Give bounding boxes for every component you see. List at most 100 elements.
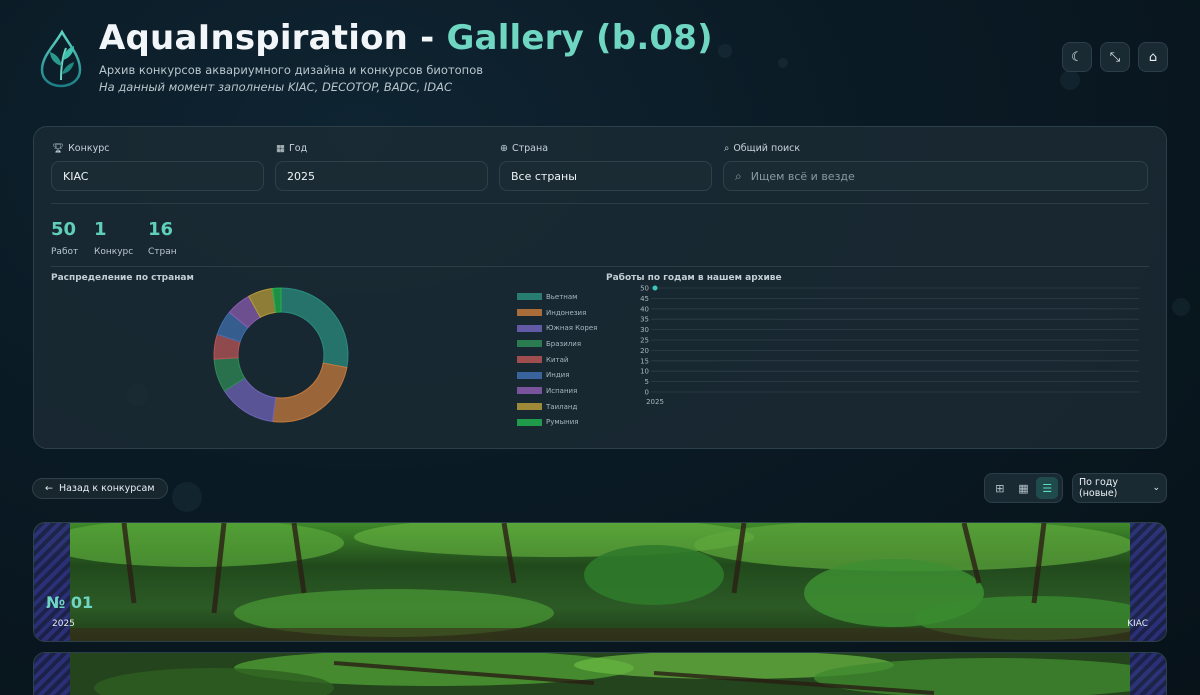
sort-select-value: По году (новые): [1079, 477, 1118, 499]
y-tick-label: 10: [640, 368, 649, 376]
y-tick-label: 15: [640, 357, 649, 365]
view-mode-switcher: ⊞ ▦ ☰: [984, 473, 1063, 503]
background-bubble: [1172, 298, 1190, 316]
country-donut-chart: [213, 287, 349, 423]
card-year: 2025: [52, 619, 75, 629]
legend-swatch: [517, 356, 542, 364]
gallery-card[interactable]: № 01 2025 KIAC: [33, 522, 1167, 642]
sort-select[interactable]: По году (новые) ⌄: [1072, 473, 1167, 503]
contest-select[interactable]: KIAC: [51, 161, 264, 191]
theme-toggle-button[interactable]: ☾: [1062, 42, 1092, 72]
search-filter-label: ⌕ Общий поиск: [724, 143, 801, 154]
y-tick-label: 25: [640, 337, 649, 345]
chevron-down-icon: ⌄: [1152, 483, 1160, 493]
card-number: № 01: [46, 593, 94, 612]
y-tick-label: 40: [640, 305, 649, 313]
legend-label: Южная Корея: [546, 324, 598, 333]
y-tick-label: 30: [640, 326, 649, 334]
works-count: 50: [51, 219, 77, 240]
legend-swatch: [517, 340, 542, 348]
legend-item: Вьетнам: [517, 289, 597, 305]
page-title: AquaInspiration - Gallery (b.08): [99, 18, 713, 58]
y-tick-label: 5: [645, 378, 649, 386]
works-label: Работ: [51, 247, 79, 257]
card-contest: KIAC: [1127, 619, 1148, 629]
legend-swatch: [517, 403, 542, 411]
page-subtitle-note: На данный момент заполнены KIAC, DECOTOP…: [99, 80, 453, 94]
globe-icon: ⊕: [500, 143, 508, 154]
title-main: AquaInspiration -: [99, 18, 447, 58]
search-placeholder: Ищем всё и везде: [750, 169, 855, 183]
background-bubble: [172, 482, 202, 512]
search-icon: ⌕: [735, 168, 742, 183]
aquascape-photo: [34, 653, 1166, 695]
x-tick-label: 2025: [646, 398, 664, 406]
line-point: [652, 285, 658, 291]
back-to-contests-button[interactable]: ← Назад к конкурсам: [32, 478, 168, 499]
legend-swatch: [517, 418, 542, 426]
donut-slice-0: [280, 287, 349, 369]
country-select[interactable]: Все страны: [499, 161, 712, 191]
legend-item: Южная Корея: [517, 320, 597, 336]
donut-chart-title: Распределение по странам: [51, 273, 194, 283]
legend-label: Таиланд: [546, 402, 578, 411]
panel-divider: [51, 266, 1149, 267]
works-by-year-line-chart: 051015202530354045502025: [640, 285, 1139, 406]
year-select[interactable]: 2025: [275, 161, 488, 191]
gallery-card[interactable]: [33, 652, 1167, 695]
donut-chart-legend: Вьетнам Индонезия Южная Корея Бразилия Китай…: [517, 289, 597, 430]
year-filter-label: ▦ Год: [276, 143, 308, 154]
legend-item: Румыния: [517, 415, 597, 431]
list-icon: ☰: [1042, 481, 1053, 495]
legend-swatch: [517, 309, 542, 317]
legend-label: Китай: [546, 355, 569, 364]
legend-item: Испания: [517, 383, 597, 399]
panel-divider: [51, 203, 1149, 204]
back-button-label: Назад к конкурсам: [58, 483, 155, 494]
card-side-stripe: [1130, 653, 1166, 695]
legend-item: Индия: [517, 367, 597, 383]
legend-swatch: [517, 371, 542, 379]
legend-label: Бразилия: [546, 339, 582, 348]
legend-label: Румыния: [546, 418, 579, 427]
y-tick-label: 45: [640, 295, 649, 303]
countries-count: 16: [148, 219, 174, 240]
search-icon: ⌕: [724, 143, 730, 154]
y-tick-label: 20: [640, 347, 649, 355]
country-filter-label: ⊕ Страна: [500, 143, 549, 154]
arrow-left-icon: ←: [45, 483, 53, 494]
legend-swatch: [517, 293, 542, 301]
contest-filter-label: 🏆︎ Конкурс: [52, 143, 110, 154]
calendar-icon: ▦: [276, 143, 285, 154]
contests-count: 1: [94, 219, 107, 240]
compress-icon: ⤡: [1109, 49, 1121, 65]
grid-large-icon: ⊞: [995, 481, 1005, 495]
y-tick-label: 0: [645, 389, 649, 397]
compact-view-button[interactable]: ⤡: [1100, 42, 1130, 72]
card-side-stripe: [34, 653, 70, 695]
title-accent: Gallery (b.08): [446, 18, 713, 58]
view-large-grid-button[interactable]: ⊞: [989, 477, 1011, 499]
home-button[interactable]: ⌂: [1138, 42, 1168, 72]
view-list-button[interactable]: ☰: [1036, 477, 1059, 499]
y-tick-label: 50: [640, 285, 649, 293]
trophy-icon: 🏆︎: [52, 143, 65, 154]
legend-label: Индия: [546, 371, 570, 380]
legend-item: Китай: [517, 352, 597, 368]
view-small-grid-button[interactable]: ▦: [1012, 477, 1034, 499]
page-subtitle: Архив конкурсов аквариумного дизайна и к…: [99, 63, 484, 77]
page-header: AquaInspiration - Gallery (b.08) Архив к…: [38, 18, 1168, 108]
countries-label: Стран: [148, 247, 177, 257]
filter-panel: 🏆︎ Конкурс KIAC ▦ Год 2025 ⊕ Страна Все стр…: [33, 126, 1167, 449]
legend-swatch: [517, 387, 542, 395]
contests-label: Конкурс: [94, 247, 134, 257]
aquascape-photo: [34, 523, 1166, 641]
legend-label: Индонезия: [546, 308, 587, 317]
donut-slice-1: [272, 362, 348, 423]
legend-swatch: [517, 324, 542, 332]
moon-icon: ☾: [1071, 49, 1083, 65]
y-tick-label: 35: [640, 316, 649, 324]
legend-label: Вьетнам: [546, 292, 578, 301]
grid-small-icon: ▦: [1018, 481, 1029, 495]
search-input[interactable]: ⌕ Ищем всё и везде: [723, 161, 1148, 191]
